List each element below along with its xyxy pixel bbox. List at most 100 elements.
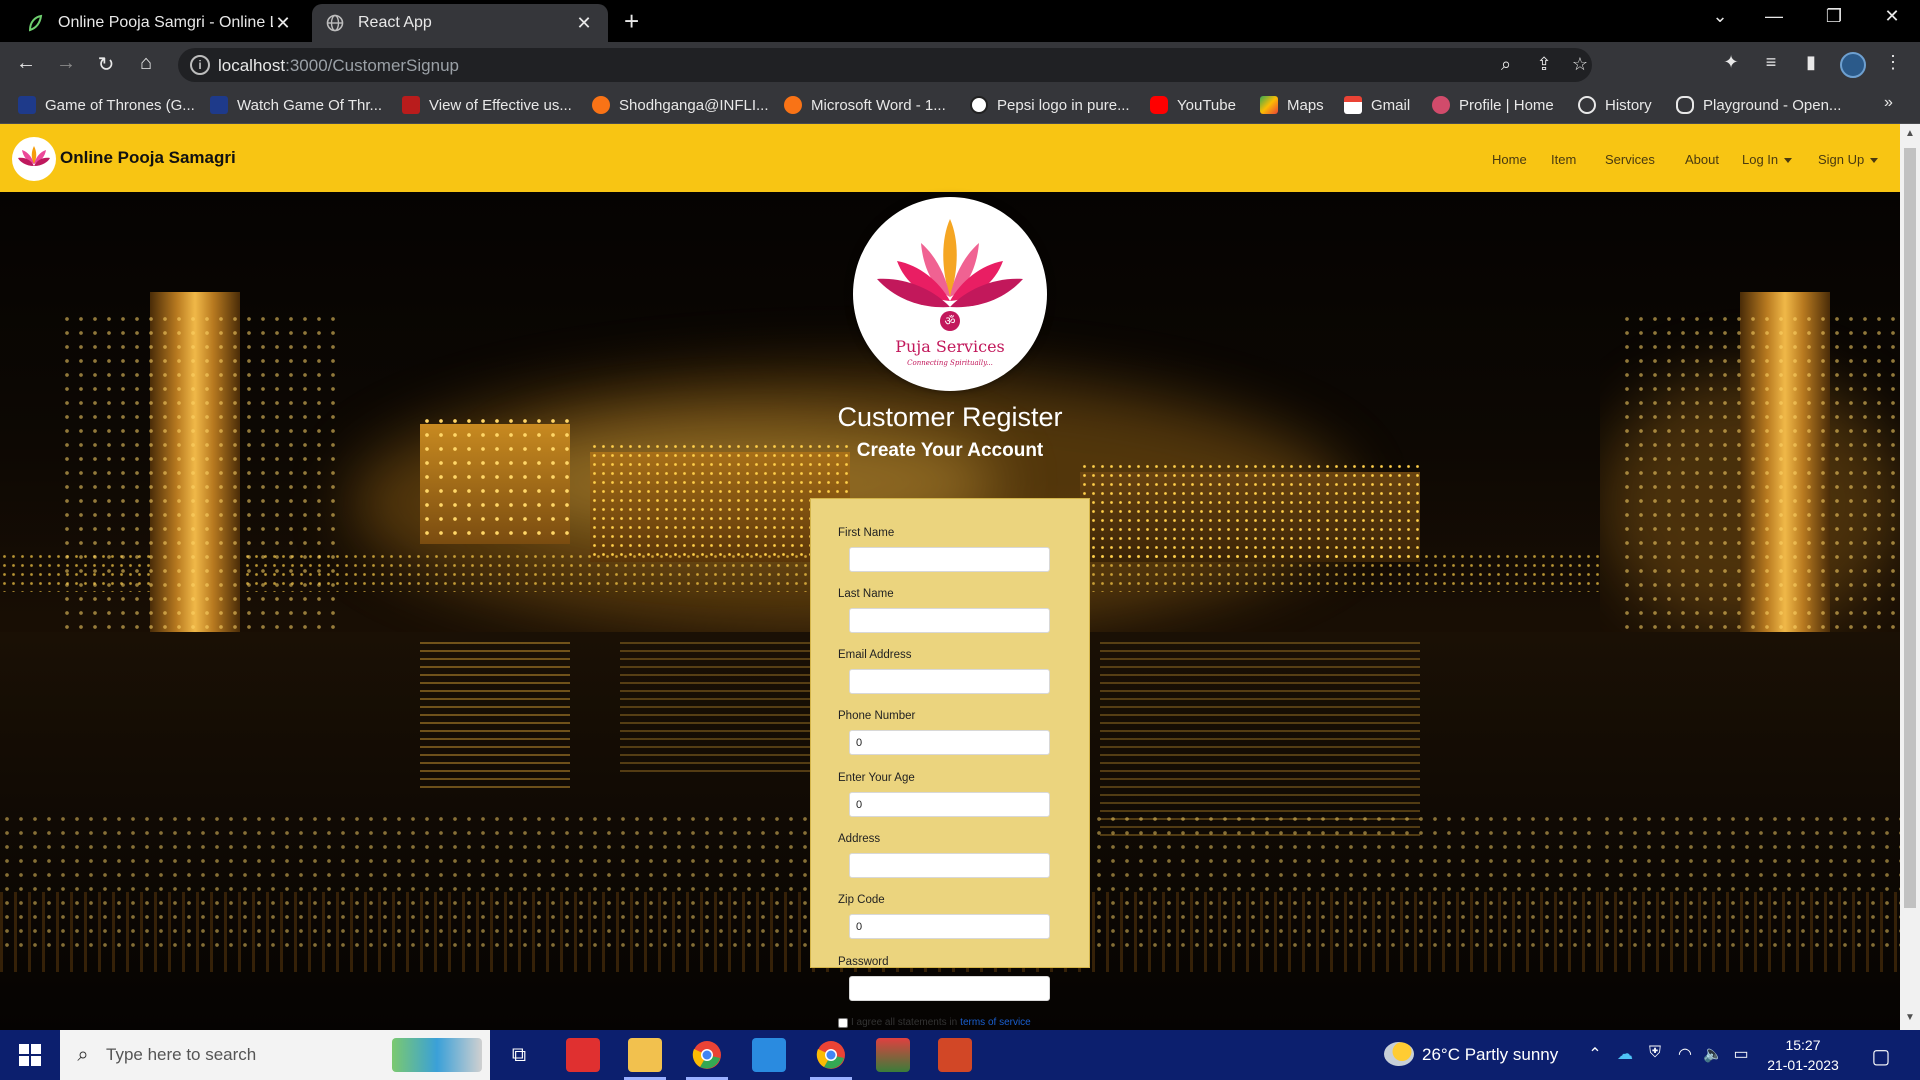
address-bar[interactable]: i localhost:3000/CustomerSignup ⌕ ⇪ ☆ [178,48,1592,82]
powerpoint-icon[interactable] [938,1038,972,1072]
globe-icon [326,14,344,32]
page-subtitle: Create Your Account [856,440,1044,461]
minimize-icon[interactable]: — [1760,6,1788,27]
extensions-icon[interactable]: ✦ [1718,52,1744,73]
close-icon[interactable]: ✕ [574,13,594,34]
tab-react-app[interactable]: React App ✕ [312,4,608,42]
phone-field[interactable] [849,730,1050,755]
puja-services-logo: ॐ Puja Services Connecting Spiritually..… [853,197,1047,391]
youtube-app-icon[interactable] [566,1038,600,1072]
bookmark-label: Game of Thrones (G... [45,96,195,114]
bookmark-label: Maps [1287,96,1324,114]
nav-item[interactable]: Item [1551,152,1576,167]
nav-login-dropdown[interactable]: Log In [1742,152,1793,167]
address-url[interactable]: localhost:3000/CustomerSignup [218,56,459,76]
bookmark-item[interactable]: Profile | Home [1432,96,1554,114]
back-icon[interactable]: ← [12,52,40,78]
brand-logo-icon[interactable] [12,137,56,181]
security-shield-icon[interactable]: ⛨ [1644,1044,1666,1062]
side-panel-icon[interactable]: ▮ [1798,52,1824,73]
wifi-icon[interactable]: ◠ [1674,1044,1696,1064]
onedrive-cloud-icon[interactable]: ☁ [1614,1044,1636,1064]
system-clock[interactable]: 15:27 21-01-2023 [1758,1035,1848,1075]
nav-signup-dropdown[interactable]: Sign Up [1818,152,1879,167]
bookmark-item[interactable]: Microsoft Word - 1... [784,96,946,114]
close-window-icon[interactable]: ✕ [1878,6,1906,27]
nav-login-label: Log In [1742,152,1779,167]
history-icon [1578,96,1596,114]
email-field[interactable] [849,669,1050,694]
terms-checkbox[interactable] [838,1017,848,1028]
bookmark-item[interactable]: Maps [1260,96,1324,114]
forward-icon[interactable]: → [52,52,80,78]
bookmark-item[interactable]: Watch Game Of Thr... [210,96,382,114]
url-path: :3000/CustomerSignup [285,56,459,75]
file-explorer-icon[interactable] [624,1038,666,1080]
bookmarks-overflow-icon[interactable]: » [1884,94,1893,112]
bookmark-label: Profile | Home [1459,96,1554,114]
first-name-field[interactable] [849,547,1050,572]
close-icon[interactable]: ✕ [273,13,293,34]
menu-kebab-icon[interactable]: ⋮ [1880,52,1906,73]
address-label: Address [838,833,881,845]
nav-about[interactable]: About [1685,152,1719,167]
address-field[interactable] [849,853,1050,878]
bookmark-item[interactable]: Gmail [1344,96,1410,114]
scroll-down-icon[interactable]: ▼ [1900,1012,1920,1023]
scroll-up-icon[interactable]: ▲ [1900,128,1920,139]
media-queue-icon[interactable]: ≡ [1758,52,1784,73]
tab-search-chevron-icon[interactable]: ⌄ [1706,6,1734,27]
bookmark-star-icon[interactable]: ☆ [1568,54,1592,75]
restore-icon[interactable]: ❐ [1820,6,1848,27]
chrome-profile-icon[interactable] [810,1038,852,1080]
temple-lights [1080,462,1420,562]
shodh-icon [592,96,610,114]
age-field[interactable] [849,792,1050,817]
bookmark-item[interactable]: Shodhganga@INFLI... [592,96,769,114]
weather-text[interactable]: 26°C Partly sunny [1422,1030,1558,1080]
search-highlight-image [392,1038,482,1072]
bookmark-label: Microsoft Word - 1... [811,96,946,114]
reload-icon[interactable]: ↻ [92,52,120,78]
task-view-icon[interactable]: ⧉ [502,1038,536,1072]
battery-icon[interactable]: ▭ [1730,1044,1752,1064]
password-field[interactable] [849,976,1050,1001]
site-info-icon[interactable]: i [190,55,210,75]
new-tab-button[interactable]: + [624,8,639,34]
page-scrollbar[interactable]: ▲ ▼ [1900,124,1920,1030]
share-icon[interactable]: ⇪ [1532,54,1556,75]
bookmark-item[interactable]: History [1578,96,1652,114]
home-icon[interactable]: ⌂ [132,52,160,78]
search-icon: ⌕ [77,1043,89,1066]
image-app-icon[interactable] [876,1038,910,1072]
bookmark-item[interactable]: View of Effective us... [402,96,572,114]
bookmark-label: History [1605,96,1652,114]
chrome-icon[interactable] [686,1038,728,1080]
nav-home[interactable]: Home [1492,152,1527,167]
chevron-up-icon[interactable]: ⌃ [1584,1044,1606,1064]
weather-partly-sunny-icon[interactable] [1384,1042,1414,1066]
nav-services[interactable]: Services [1605,152,1655,167]
tab-online-pooja[interactable]: Online Pooja Samgri - Online La ✕ [12,4,307,42]
water-reflection [420,642,570,792]
bookmark-item[interactable]: Pepsi logo in pure... [970,96,1130,114]
windows-start-icon[interactable] [0,1030,60,1080]
last-name-field[interactable] [849,608,1050,633]
volume-icon[interactable]: 🔈 [1702,1044,1724,1064]
terms-link[interactable]: terms of service [960,1017,1031,1028]
vscode-icon[interactable] [752,1038,786,1072]
phone-label: Phone Number [838,710,916,722]
brand-name[interactable]: Online Pooja Samagri [60,148,236,168]
bookmark-item[interactable]: Game of Thrones (G... [18,96,195,114]
notifications-icon[interactable]: ▢ [1870,1044,1892,1069]
bookmark-item[interactable]: Playground - Open... [1676,96,1841,114]
bookmarks-bar: Game of Thrones (G... Watch Game Of Thr.… [0,88,1920,124]
zoom-icon[interactable]: ⌕ [1494,54,1518,75]
bookmark-label: Playground - Open... [1703,96,1842,114]
terms-text: I agree all statements in [851,1017,958,1028]
zip-field[interactable] [849,914,1050,939]
scroll-thumb[interactable] [1904,148,1916,908]
clock-time: 15:27 [1785,1037,1821,1053]
profile-avatar[interactable] [1840,52,1866,78]
bookmark-item[interactable]: YouTube [1150,96,1236,114]
